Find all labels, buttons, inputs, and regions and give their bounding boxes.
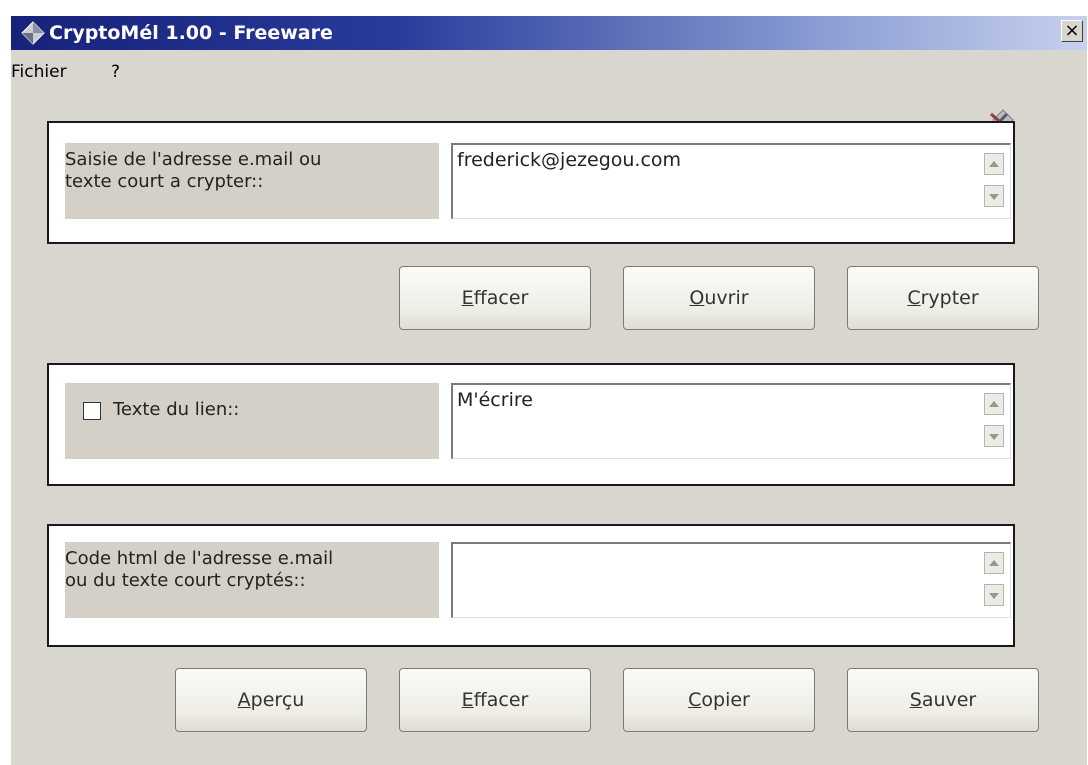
scroll-down-button[interactable]: [984, 584, 1004, 606]
output-group: Code html de l'adresse e.mail ou du text…: [47, 524, 1015, 647]
link-group: Texte du lien:: M'écrire: [47, 363, 1015, 486]
arrow-down-icon: [989, 593, 999, 599]
apercu-button[interactable]: Aperçu: [175, 668, 367, 732]
arrow-up-icon: [989, 560, 999, 566]
scroll-down-button[interactable]: [984, 425, 1004, 447]
input-label-panel: Saisie de l'adresse e.mail ou texte cour…: [65, 143, 439, 219]
copier-mnemonic: C: [688, 689, 702, 711]
output-label-panel: Code html de l'adresse e.mail ou du text…: [65, 542, 439, 618]
arrow-up-icon: [989, 161, 999, 167]
scroll-up-button[interactable]: [984, 153, 1004, 175]
link-text-label: Texte du lien::: [113, 399, 240, 420]
email-input-value: frederick@jezegou.com: [457, 149, 682, 171]
sauver-label: auver: [921, 689, 977, 711]
ouvrir-button[interactable]: Ouvrir: [623, 266, 815, 330]
input-label-line2: texte court a crypter::: [65, 171, 264, 192]
link-text-checkbox[interactable]: [83, 402, 101, 420]
sauver-mnemonic: S: [909, 689, 922, 711]
link-label-panel: Texte du lien::: [65, 383, 439, 459]
input-group: Saisie de l'adresse e.mail ou texte cour…: [47, 121, 1015, 244]
scroll-up-button[interactable]: [984, 393, 1004, 415]
effacer-output-button[interactable]: Effacer: [399, 668, 591, 732]
scroll-up-button[interactable]: [984, 552, 1004, 574]
effacer-label: ffacer: [473, 287, 529, 309]
app-window: CryptoMél 1.00 - Freeware × Fichier ? Sa…: [10, 16, 1087, 765]
sauver-button[interactable]: Sauver: [847, 668, 1039, 732]
link-text-value: M'écrire: [457, 389, 533, 411]
copier-button[interactable]: Copier: [623, 668, 815, 732]
input-label-line1: Saisie de l'adresse e.mail ou: [65, 149, 322, 170]
apercu-label: perçu: [250, 689, 305, 711]
email-input[interactable]: frederick@jezegou.com: [451, 143, 1011, 219]
apercu-mnemonic: A: [237, 689, 251, 711]
arrow-down-icon: [989, 194, 999, 200]
menu-fichier[interactable]: Fichier: [11, 62, 67, 82]
arrow-up-icon: [989, 401, 999, 407]
window-title: CryptoMél 1.00 - Freeware: [49, 22, 333, 44]
menu-help[interactable]: ?: [111, 62, 120, 82]
effacer-output-mnemonic: E: [461, 689, 474, 711]
copier-label: opier: [701, 689, 750, 711]
effacer-output-label: ffacer: [473, 689, 529, 711]
arrow-down-icon: [989, 434, 999, 440]
close-button[interactable]: ×: [1061, 20, 1083, 42]
effacer-mnemonic: E: [461, 287, 474, 309]
title-bar[interactable]: CryptoMél 1.00 - Freeware: [11, 16, 1087, 50]
ouvrir-mnemonic: O: [689, 287, 705, 309]
crypter-label: rypter: [920, 287, 979, 309]
effacer-button[interactable]: Effacer: [399, 266, 591, 330]
html-code-output[interactable]: [451, 542, 1011, 618]
output-label-line2: ou du texte court cryptés::: [65, 570, 306, 591]
app-diamond-icon: [21, 21, 45, 45]
crypter-mnemonic: C: [907, 287, 921, 309]
output-label-line1: Code html de l'adresse e.mail: [65, 548, 334, 569]
scroll-down-button[interactable]: [984, 185, 1004, 207]
crypter-button[interactable]: Crypter: [847, 266, 1039, 330]
link-text-input[interactable]: M'écrire: [451, 383, 1011, 459]
ouvrir-label: uvrir: [704, 287, 749, 309]
